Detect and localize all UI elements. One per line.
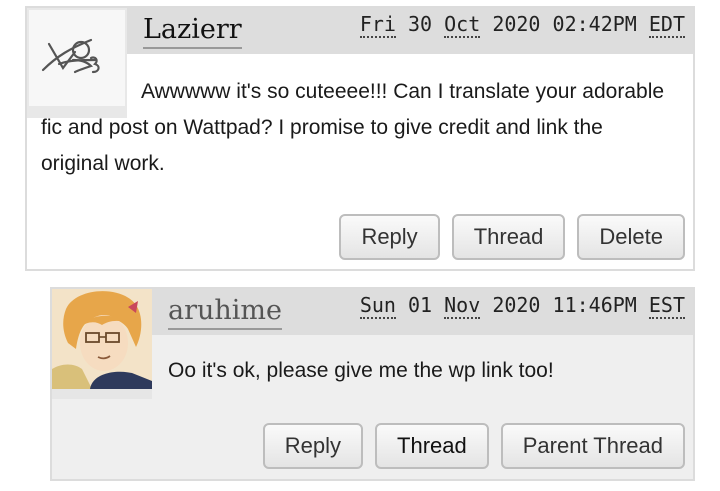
comment-actions: Reply Thread Parent Thread (262, 423, 685, 469)
day: 01 (408, 293, 433, 317)
user-icon-frame (52, 289, 152, 399)
reply-button[interactable]: Reply (339, 214, 440, 260)
comment-body: Oo it's ok, please give me the wp link t… (168, 359, 554, 382)
timezone-abbr: EST (648, 293, 685, 319)
weekday-abbr: Fri (359, 12, 396, 38)
anime-boy-avatar[interactable] (52, 289, 152, 389)
time: 11:46PM (552, 293, 637, 317)
comment-body: Awwwww it's so cuteeee!!! Can I translat… (41, 80, 665, 175)
comment-timestamp: Sun 01 Nov 2020 11:46PM EST (359, 293, 685, 319)
delete-button[interactable]: Delete (577, 214, 685, 260)
month-abbr: Nov (444, 293, 481, 319)
reply-button[interactable]: Reply (262, 423, 364, 469)
month-abbr: Oct (444, 12, 481, 38)
comment-header: aruhime Sun 01 Nov 2020 11:46PM EST (152, 289, 693, 335)
username-link[interactable]: aruhime (168, 295, 282, 331)
comment-timestamp: Fri 30 Oct 2020 02:42PM EDT (359, 12, 685, 38)
year: 2020 (492, 293, 541, 317)
time: 02:42PM (552, 12, 637, 36)
comment-header: Lazierr Fri 30 Oct 2020 02:42PM EDT (127, 8, 693, 54)
timezone-abbr: EDT (648, 12, 685, 38)
weekday-abbr: Sun (359, 293, 396, 319)
thread-button[interactable]: Thread (451, 214, 566, 260)
username-link[interactable]: Lazierr (143, 14, 242, 50)
year: 2020 (492, 12, 541, 36)
day: 30 (408, 12, 433, 36)
reply-comment: aruhime Sun 01 Nov 2020 11:46PM EST Oo i… (50, 287, 695, 481)
comment: Lazierr Fri 30 Oct 2020 02:42PM EDT Awww… (25, 6, 695, 271)
comment-actions: Reply Thread Delete (339, 214, 685, 260)
thread-button[interactable]: Thread (375, 423, 489, 469)
parent-thread-button[interactable]: Parent Thread (500, 423, 685, 469)
